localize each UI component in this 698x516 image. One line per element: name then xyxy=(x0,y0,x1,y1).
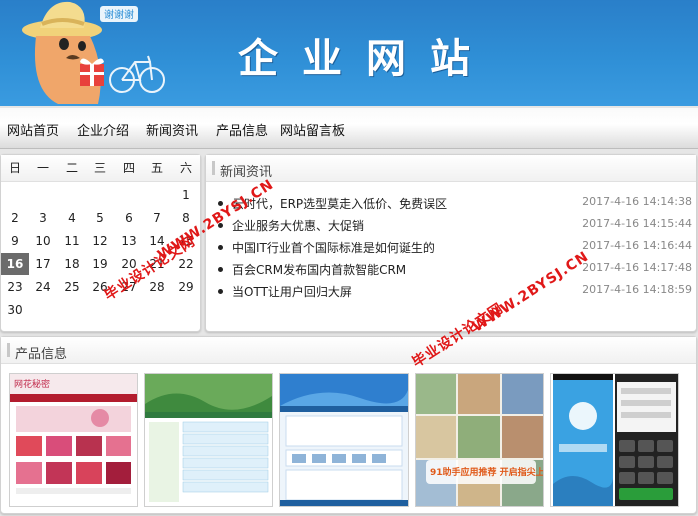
site-title: 企业网站 xyxy=(238,35,494,82)
header-accent-bar xyxy=(7,343,10,357)
news-item[interactable]: 百会CRM发布国内首款智能CRM 2017-4-16 14:17:48 xyxy=(218,259,692,279)
calendar-day[interactable]: 29 xyxy=(172,276,200,298)
calendar-day[interactable]: 12 xyxy=(86,230,114,252)
thumb-caption-text: 91助手应用推荐 开启指尖上的校园生活 xyxy=(430,466,543,478)
calendar-day[interactable]: 11 xyxy=(58,230,86,252)
bullet-icon xyxy=(218,289,223,294)
product-thumbnail-flower-shop[interactable]: 网花秘密 xyxy=(9,373,138,507)
calendar-day[interactable]: 10 xyxy=(29,230,57,252)
products-panel: 产品信息 网花秘密 91助手应用推荐 开启指尖上 xyxy=(0,336,697,514)
calendar-day[interactable]: 19 xyxy=(86,253,114,275)
news-item-date: 2017-4-16 14:14:38 xyxy=(582,195,692,208)
header-banner: 谢谢谢 企业网站 xyxy=(0,0,698,106)
news-item[interactable]: 当OTT让用户回归大屏 2017-4-16 14:18:59 xyxy=(218,281,692,301)
calendar-day[interactable]: 7 xyxy=(143,207,171,229)
calendar-weekday: 四 xyxy=(122,161,135,175)
calendar-weekday: 一 xyxy=(36,161,49,175)
product-thumbnail-image xyxy=(280,374,408,506)
news-item-title[interactable]: 百会CRM发布国内首款智能CRM xyxy=(232,261,406,278)
news-panel-title: 新闻资讯 xyxy=(220,165,273,180)
calendar-day[interactable]: 9 xyxy=(1,230,29,252)
calendar-day[interactable]: 25 xyxy=(58,276,86,298)
calendar-weekday: 三 xyxy=(93,161,106,175)
news-item-title[interactable]: 当OTT让用户回归大屏 xyxy=(232,283,352,300)
calendar-weekday: 六 xyxy=(179,161,192,175)
calendar-day[interactable]: 24 xyxy=(29,276,57,298)
calendar-day[interactable]: 17 xyxy=(29,253,57,275)
news-item-date: 2017-4-16 14:18:59 xyxy=(582,283,692,296)
calendar-day[interactable]: 4 xyxy=(58,207,86,229)
news-item-title[interactable]: 中国IT行业首个国际标准是如何诞生的 xyxy=(232,239,435,256)
product-thumbnail-image xyxy=(145,374,272,506)
news-panel-header: 新闻资讯 xyxy=(206,155,696,182)
news-item-title[interactable]: 企业服务大优惠、大促销 xyxy=(232,217,364,234)
nav-item-about[interactable]: 企业介绍 xyxy=(77,120,129,139)
product-thumbnail-image: 91助手应用推荐 开启指尖上的校园生活 xyxy=(416,374,543,506)
bullet-icon xyxy=(218,267,223,272)
products-panel-title: 产品信息 xyxy=(15,347,68,362)
news-item-date: 2017-4-16 14:17:48 xyxy=(582,261,692,274)
products-panel-header: 产品信息 xyxy=(1,337,696,364)
main-nav: 网站首页 企业介绍 新闻资讯 产品信息 网站留言板 xyxy=(0,108,698,149)
news-item[interactable]: 云时代，ERP选型莫走入低价、免费误区 2017-4-16 14:14:38 xyxy=(218,193,692,213)
calendar-day[interactable]: 1 xyxy=(172,184,200,206)
thumb-header-text: 网花秘密 xyxy=(14,378,50,390)
calendar-weekday: 二 xyxy=(65,161,78,175)
nav-item-news[interactable]: 新闻资讯 xyxy=(146,120,198,139)
calendar-weekday: 五 xyxy=(150,161,163,175)
mascot-illustration: 谢谢谢 xyxy=(22,1,165,104)
news-item-date: 2017-4-16 14:16:44 xyxy=(582,239,692,252)
calendar-weekday: 日 xyxy=(8,161,21,175)
nav-item-products[interactable]: 产品信息 xyxy=(216,120,268,139)
product-thumbnail-campus-app[interactable]: 91助手应用推荐 开启指尖上的校园生活 xyxy=(415,373,544,507)
calendar-day[interactable]: 13 xyxy=(115,230,143,252)
product-thumbnail-phone-app[interactable] xyxy=(550,373,679,507)
product-thumbnail-image xyxy=(551,374,678,506)
nav-item-home[interactable]: 网站首页 xyxy=(7,120,59,139)
calendar-day[interactable]: 30 xyxy=(1,299,29,321)
bullet-icon xyxy=(218,245,223,250)
bubble-text: 谢谢谢 xyxy=(104,8,134,21)
news-item[interactable]: 中国IT行业首个国际标准是如何诞生的 2017-4-16 14:16:44 xyxy=(218,237,692,257)
product-thumbnail-green-site[interactable] xyxy=(144,373,273,507)
calendar-day[interactable]: 18 xyxy=(58,253,86,275)
news-item-date: 2017-4-16 14:15:44 xyxy=(582,217,692,230)
product-thumbnail-blue-portal[interactable] xyxy=(279,373,409,507)
news-panel: 新闻资讯 云时代，ERP选型莫走入低价、免费误区 2017-4-16 14:14… xyxy=(205,154,697,332)
calendar-day[interactable]: 3 xyxy=(29,207,57,229)
calendar-day[interactable]: 5 xyxy=(86,207,114,229)
calendar-day-today[interactable]: 16 xyxy=(1,253,29,275)
news-item[interactable]: 企业服务大优惠、大促销 2017-4-16 14:15:44 xyxy=(218,215,692,235)
nav-item-guestbook[interactable]: 网站留言板 xyxy=(280,120,345,139)
product-thumbnail-image: 网花秘密 xyxy=(10,374,137,506)
calendar-day[interactable]: 6 xyxy=(115,207,143,229)
calendar-weekday-header: 日一二三四五六 xyxy=(1,155,200,182)
calendar-day[interactable]: 2 xyxy=(1,207,29,229)
header-accent-bar xyxy=(212,161,215,175)
calendar-day[interactable]: 23 xyxy=(1,276,29,298)
